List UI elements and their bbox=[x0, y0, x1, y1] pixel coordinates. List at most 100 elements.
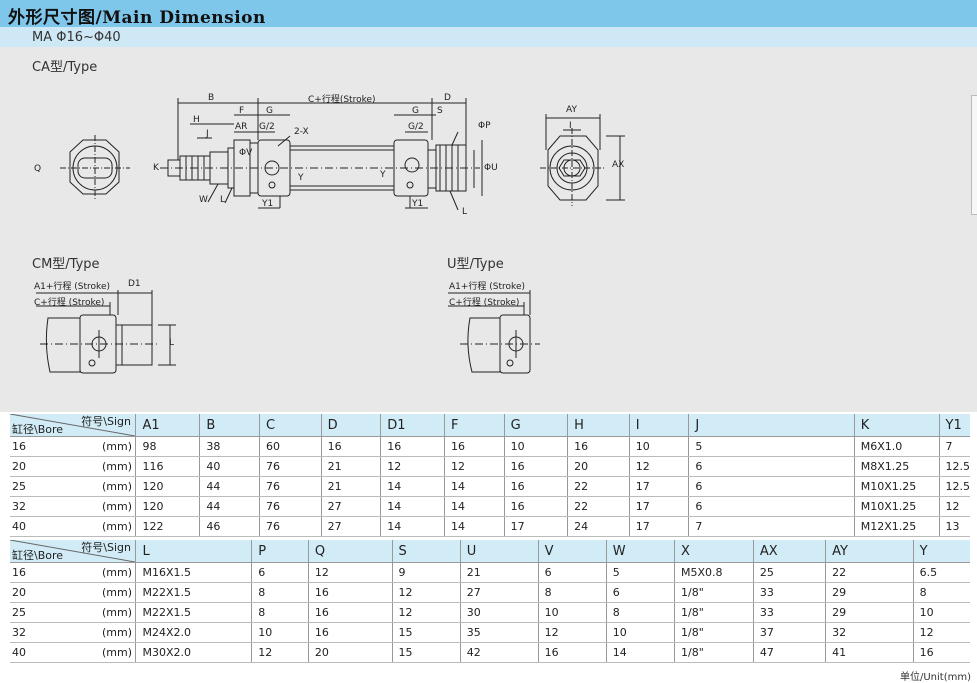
table1-header-row: 符号\Sign 缸径\Bore A1 B C D D1 F G H I J K … bbox=[10, 414, 970, 437]
table-cell: 6.5 bbox=[912, 562, 970, 583]
table-cell: M5X0.8 bbox=[674, 562, 754, 583]
bore-value: 25 bbox=[12, 480, 26, 493]
table-cell: M8X1.25 bbox=[853, 456, 939, 477]
table-cell: 24 bbox=[567, 516, 630, 537]
table-cell: 22 bbox=[825, 562, 914, 583]
table-cell: 12 bbox=[391, 582, 461, 603]
table-cell: 12.5 bbox=[938, 456, 970, 477]
dim-g2-right: G/2 bbox=[408, 122, 424, 132]
table-row: 20 (mm) M22X1.5 8 16 12 27 8 6 1/8" 33 29… bbox=[10, 582, 970, 603]
table-row: 16 (mm) M16X1.5 6 12 9 21 6 5 M5X0.8 25 2… bbox=[10, 562, 970, 583]
table-cell: 14 bbox=[443, 496, 505, 517]
table-cell: 76 bbox=[259, 456, 322, 477]
table-cell: 16 bbox=[503, 456, 568, 477]
table-cell: 10 bbox=[605, 622, 675, 643]
bore-value: 32 bbox=[12, 500, 26, 513]
table-cell: 76 bbox=[259, 496, 322, 517]
table-cell: 12 bbox=[251, 642, 309, 663]
page-title: 外形尺寸图/Main Dimension bbox=[8, 8, 266, 28]
col-d: D bbox=[320, 414, 381, 437]
dim-q: Q bbox=[34, 164, 42, 174]
table-cell: 12 bbox=[537, 622, 607, 643]
bore-unit: (mm) bbox=[101, 586, 132, 599]
bore-unit: (mm) bbox=[101, 646, 132, 659]
table1-bore-label: 缸径\Bore bbox=[12, 423, 64, 436]
ca-type-drawing bbox=[60, 98, 625, 211]
dim-k: K bbox=[153, 163, 159, 173]
table-cell: 14 bbox=[380, 516, 445, 537]
table-cell: 17 bbox=[503, 516, 568, 537]
table-cell: 120 bbox=[135, 476, 200, 497]
table-cell: 44 bbox=[199, 476, 260, 497]
table-cell: 6 bbox=[688, 456, 741, 477]
table-cell: 46 bbox=[199, 516, 260, 537]
table-cell: 40 bbox=[199, 456, 260, 477]
bore-unit: (mm) bbox=[101, 520, 132, 533]
table-cell: 10 bbox=[251, 622, 309, 643]
bore-value: 16 bbox=[12, 440, 26, 453]
table-cell: 17 bbox=[628, 516, 689, 537]
bore-value: 40 bbox=[12, 646, 26, 659]
col-p: P bbox=[251, 540, 309, 563]
dim-j: J bbox=[206, 129, 209, 139]
table-cell: 14 bbox=[443, 476, 505, 497]
table-cell: 12 bbox=[307, 562, 392, 583]
col-a1: A1 bbox=[135, 414, 200, 437]
dim-g: G bbox=[266, 106, 273, 116]
table-cell: 6 bbox=[688, 496, 741, 517]
table-cell: 6 bbox=[251, 562, 309, 583]
table-cell: M22X1.5 bbox=[135, 582, 252, 603]
table-cell: M22X1.5 bbox=[135, 602, 252, 623]
table-cell: 17 bbox=[628, 476, 689, 497]
table-cell: 14 bbox=[380, 496, 445, 517]
table-cell: 12 bbox=[628, 456, 689, 477]
table-cell: 16 bbox=[443, 436, 505, 457]
dim-d: D bbox=[444, 93, 451, 103]
table-cell: 47 bbox=[752, 642, 826, 663]
table-cell: 30 bbox=[459, 602, 539, 623]
dim-g-right: G bbox=[412, 106, 419, 116]
table-cell: 14 bbox=[443, 516, 505, 537]
table-row: 20 (mm) 116 40 76 21 12 12 16 20 12 6 M8X… bbox=[10, 456, 970, 477]
table2-header-row: 符号\Sign 缸径\Bore L P Q S U V W X AX AY Y bbox=[10, 540, 970, 563]
col-h: H bbox=[567, 414, 630, 437]
dim-v: ΦV bbox=[239, 148, 253, 158]
dim-ay: AY bbox=[566, 105, 577, 115]
table-cell: 21 bbox=[459, 562, 539, 583]
table-cell: 22 bbox=[567, 496, 630, 517]
col-v: V bbox=[537, 540, 607, 563]
table-cell: 16 bbox=[567, 436, 630, 457]
table-row: 40 (mm) M30X2.0 12 20 15 42 16 14 1/8" 47… bbox=[10, 642, 970, 663]
table-cell: 116 bbox=[135, 456, 200, 477]
cm-dim-d1: D1 bbox=[128, 279, 141, 289]
table-cell: 8 bbox=[251, 602, 309, 623]
dim-l: L bbox=[220, 195, 226, 205]
dim-f: F bbox=[239, 106, 245, 116]
table-cell: 14 bbox=[380, 476, 445, 497]
table-cell: 16 bbox=[912, 642, 970, 663]
table-row: 32 (mm) M24X2.0 10 16 15 35 12 10 1/8" 37… bbox=[10, 622, 970, 643]
table-cell: 32 bbox=[825, 622, 914, 643]
table-cell: 15 bbox=[391, 642, 461, 663]
dim-b: B bbox=[208, 93, 215, 103]
dim-y1: Y1 bbox=[262, 199, 274, 209]
table-cell: 16 bbox=[503, 476, 568, 497]
bore-unit: (mm) bbox=[101, 606, 132, 619]
table-cell: 35 bbox=[459, 622, 539, 643]
table-row: 25 (mm) M22X1.5 8 16 12 30 10 8 1/8" 33 2… bbox=[10, 602, 970, 623]
table-cell: 12 bbox=[380, 456, 445, 477]
dim-ax: AX bbox=[612, 160, 625, 170]
bore-unit: (mm) bbox=[101, 460, 132, 473]
table-cell: 9 bbox=[391, 562, 461, 583]
table-cell: 16 bbox=[320, 436, 381, 457]
dim-p: ΦP bbox=[478, 121, 491, 131]
table-cell: 21 bbox=[320, 476, 381, 497]
table-cell: 16 bbox=[537, 642, 607, 663]
col-u: U bbox=[459, 540, 539, 563]
table-cell: 1/8" bbox=[674, 602, 754, 623]
dim-s: S bbox=[437, 106, 443, 116]
table-cell: 44 bbox=[199, 496, 260, 517]
bore-unit: (mm) bbox=[101, 480, 132, 493]
table-cell: 8 bbox=[912, 582, 970, 603]
dim-l-right: L bbox=[462, 207, 468, 217]
